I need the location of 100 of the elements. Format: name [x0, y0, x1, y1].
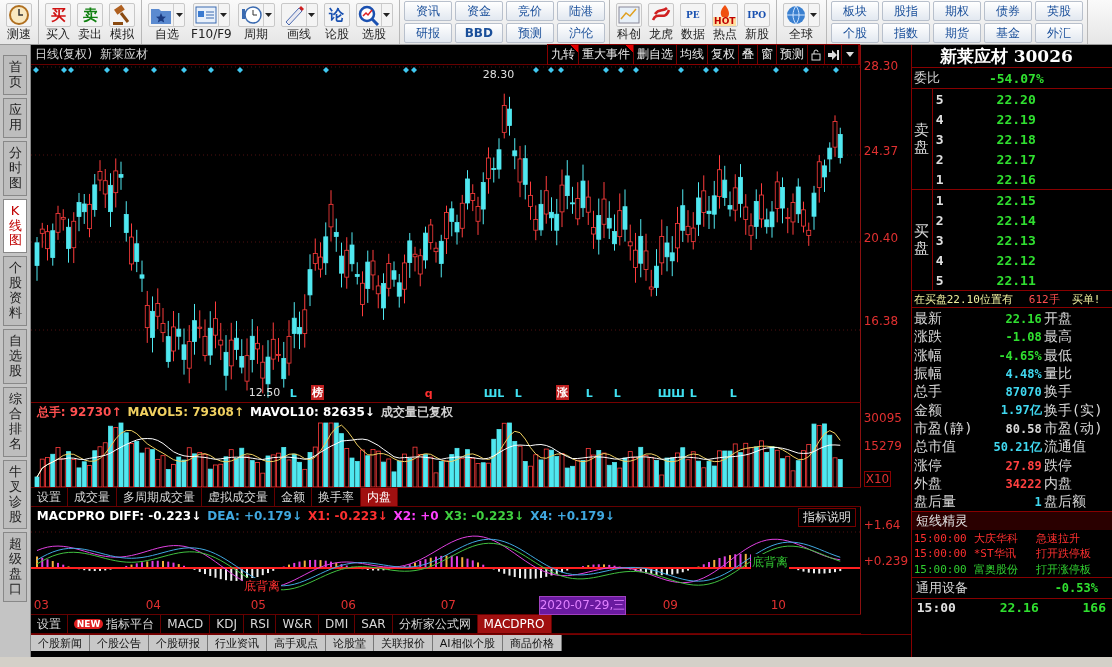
chart-tool-button[interactable]: 均线 [676, 45, 708, 64]
quick-button[interactable]: 股指 [881, 1, 930, 21]
signal-mark: L [612, 387, 622, 400]
news-tab[interactable]: AI相似个股 [432, 635, 503, 651]
order-price: 22.13 [995, 232, 1036, 248]
side-tab[interactable]: 应用 [3, 97, 27, 138]
side-tab[interactable]: 超级盘口 [3, 532, 27, 603]
chart-image-icon [616, 4, 641, 26]
stat-label: 涨跌 [912, 328, 943, 347]
quick-button[interactable]: 基金 [983, 23, 1032, 43]
diamond-icon [802, 67, 809, 73]
diamond-icon [103, 67, 110, 73]
chart-tool-button[interactable]: 复权 [707, 45, 739, 64]
news-tab[interactable]: 个股新闻 [30, 635, 90, 651]
quick-button[interactable]: 研报 [403, 23, 452, 43]
date-label: 05 [250, 598, 266, 612]
chart-tool-button[interactable]: 删自选 [633, 45, 677, 64]
chart-tool-button[interactable]: 窗 [757, 45, 777, 64]
side-tab[interactable]: 首页 [3, 55, 27, 95]
diamond-icon [832, 67, 839, 73]
quick-button[interactable]: 个股 [830, 23, 879, 43]
date-label: 03 [33, 598, 49, 612]
quick-button[interactable]: 板块 [830, 1, 879, 21]
side-tab[interactable]: 自选股 [3, 329, 27, 384]
indicator-tab[interactable]: MACDPRO [477, 615, 552, 633]
order-price: 22.17 [995, 151, 1036, 167]
side-tab[interactable]: 分时图 [3, 140, 27, 196]
signal-mark: q [423, 387, 434, 400]
alert-stock: *ST华讯 [972, 546, 1017, 561]
price-tick: 24.37 [863, 144, 899, 158]
diamond-icon [236, 67, 243, 73]
tab-label: MACD [167, 617, 204, 631]
side-tab[interactable]: K线图 [3, 198, 27, 254]
side-tab[interactable]: 综合排名 [3, 386, 27, 457]
news-tab[interactable]: 论股堂 [325, 635, 374, 651]
quick-button[interactable]: 指数 [881, 23, 930, 43]
macd-tick: +1.64 [863, 518, 901, 532]
quick-button[interactable]: 资讯 [403, 1, 452, 21]
quick-button[interactable]: 外汇 [1034, 23, 1083, 43]
chart-tool-button[interactable]: 预测 [776, 45, 808, 64]
stat-label: 市盈(静) [912, 419, 974, 438]
legend-text: X1: -0.223↓ [308, 508, 388, 523]
news-tab[interactable]: 行业资讯 [207, 635, 267, 651]
stat-label: 振幅 [912, 365, 943, 384]
stat-label: 金额 [912, 401, 943, 420]
side-tab[interactable]: 牛叉诊股 [3, 459, 27, 530]
diamond-icon [207, 67, 214, 73]
legend-text: MAVOL5: 79308↑ [127, 404, 244, 419]
indicator-help-button[interactable]: 指标说明 [797, 508, 856, 527]
stat-label: 总市值 [912, 438, 957, 457]
side-tab[interactable]: 个股资料 [3, 256, 27, 327]
news-tab[interactable]: 商品价格 [502, 635, 562, 651]
alert-event: 打开涨停板 [1034, 561, 1092, 577]
stat-label: 换手(实) [1042, 401, 1104, 420]
stock-name: 新莱应材 [100, 46, 149, 63]
date-label: 2020-07-29,三 [538, 596, 627, 615]
quick-button[interactable]: 期货 [932, 23, 981, 43]
stat-label: 内盘 [1042, 474, 1073, 493]
stat-value: 1 [1033, 495, 1042, 510]
quick-button[interactable]: 期权 [932, 1, 981, 21]
ratio-value: -54.07% [987, 70, 1044, 86]
new-badge: NEW [73, 619, 104, 629]
diamond-icon [322, 67, 329, 73]
order-price: 22.12 [995, 252, 1036, 268]
news-tab[interactable]: 个股公告 [89, 635, 149, 651]
quick-button[interactable]: 预测 [505, 23, 554, 43]
stat-value: 22.16 [1004, 312, 1042, 327]
order-price: 22.15 [995, 192, 1036, 208]
order-price: 22.14 [995, 212, 1036, 228]
quick-button[interactable]: 债券 [983, 1, 1032, 21]
quick-button[interactable]: BBD [454, 23, 503, 43]
volume-tick: 30095 [863, 411, 902, 425]
news-tab[interactable]: 个股研报 [148, 635, 208, 651]
volume-tab[interactable]: 内盘 [360, 488, 398, 506]
tab-label: 指标平台 [106, 615, 155, 633]
quick-button[interactable]: 竞价 [505, 1, 554, 21]
chart-tool-button[interactable]: 叠 [738, 45, 758, 64]
date-label: 09 [662, 598, 678, 612]
quick-button[interactable]: 陆港 [556, 1, 605, 21]
stat-label: 盘后额 [1042, 493, 1087, 512]
glyph-icon: 论 [324, 4, 349, 26]
alert-time: 15:00:00 [912, 531, 968, 545]
alert-stock: 富奥股份 [972, 561, 1019, 577]
order-price: 22.18 [995, 131, 1036, 147]
quick-button[interactable]: 英股 [1034, 1, 1083, 21]
news-tab[interactable]: 高手观点 [266, 635, 326, 651]
legend-text: MACDPRO DIFF: -0.223↓ [36, 508, 202, 523]
quick-button[interactable]: 资金 [454, 1, 503, 21]
diamond-icon [617, 67, 624, 73]
hot-label: HOT [713, 16, 737, 26]
stat-label: 市盈(动) [1042, 419, 1104, 438]
level-number: 4 [934, 111, 945, 127]
order-price: 22.19 [995, 111, 1036, 127]
quick-button[interactable]: 沪伦 [556, 23, 605, 43]
news-tab[interactable]: 关联报价 [373, 635, 433, 651]
order-price: 22.16 [995, 171, 1036, 187]
alert-time: 15:00:00 [912, 562, 968, 576]
alert-time: 15:00:00 [912, 547, 968, 560]
stat-label: 跌停 [1042, 456, 1073, 475]
level-number: 3 [934, 131, 945, 147]
